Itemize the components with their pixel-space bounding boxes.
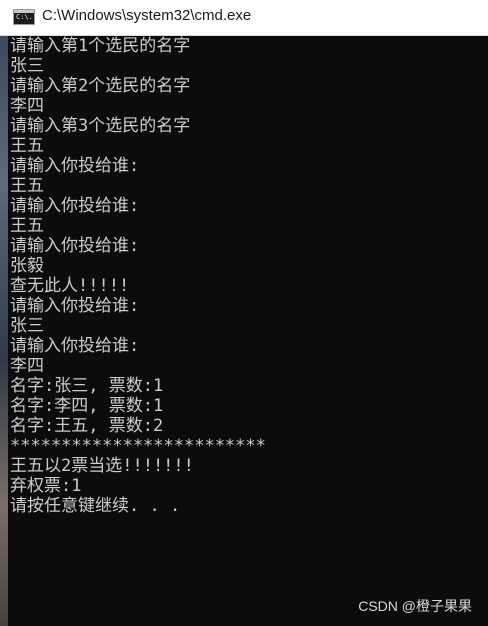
console-line: 张毅 (10, 256, 44, 276)
console-line: 名字:李四, 票数:1 (10, 396, 164, 416)
background-strip (0, 36, 8, 626)
console-line: 请输入你投给谁: (10, 336, 140, 356)
console-lines: 请输入第1个选民的名字 张三 请输入第2个选民的名字 李四 请输入第3个选民的名… (10, 36, 266, 516)
console-line: 请输入第2个选民的名字 (10, 76, 191, 96)
console-line: 请输入你投给谁: (10, 236, 140, 256)
cmd-icon: C:\. (13, 9, 35, 25)
console-line: 王五 (10, 136, 44, 156)
console-line: 王五 (10, 176, 44, 196)
console-line: 请输入你投给谁: (10, 296, 140, 316)
watermark: CSDN @橙子果果 (358, 598, 472, 614)
window-title: C:\Windows\system32\cmd.exe (42, 7, 252, 24)
console-line: 查无此人!!!!! (10, 276, 130, 296)
console-line: 请输入第1个选民的名字 (10, 36, 191, 56)
console-line: 李四 (10, 356, 44, 376)
console-output[interactable]: 请输入第1个选民的名字 张三 请输入第2个选民的名字 李四 请输入第3个选民的名… (8, 36, 488, 626)
console-line: 请输入你投给谁: (10, 196, 140, 216)
console-line: 王五 (10, 216, 44, 236)
console-line: 请输入你投给谁: (10, 156, 140, 176)
console-line: 请按任意键继续. . . (10, 496, 181, 516)
console-line: 弃权票:1 (10, 476, 82, 496)
console-line: 李四 (10, 96, 44, 116)
console-line: 名字:张三, 票数:1 (10, 376, 164, 396)
console-line: 张三 (10, 56, 44, 76)
console-line: 请输入第3个选民的名字 (10, 116, 191, 136)
console-line: 王五以2票当选!!!!!!! (10, 456, 194, 476)
console-line: 名字:王五, 票数:2 (10, 416, 164, 436)
console-line: 张三 (10, 316, 44, 336)
console-line: ************************* (10, 436, 266, 456)
title-bar[interactable]: C:\. C:\Windows\system32\cmd.exe (0, 0, 488, 36)
